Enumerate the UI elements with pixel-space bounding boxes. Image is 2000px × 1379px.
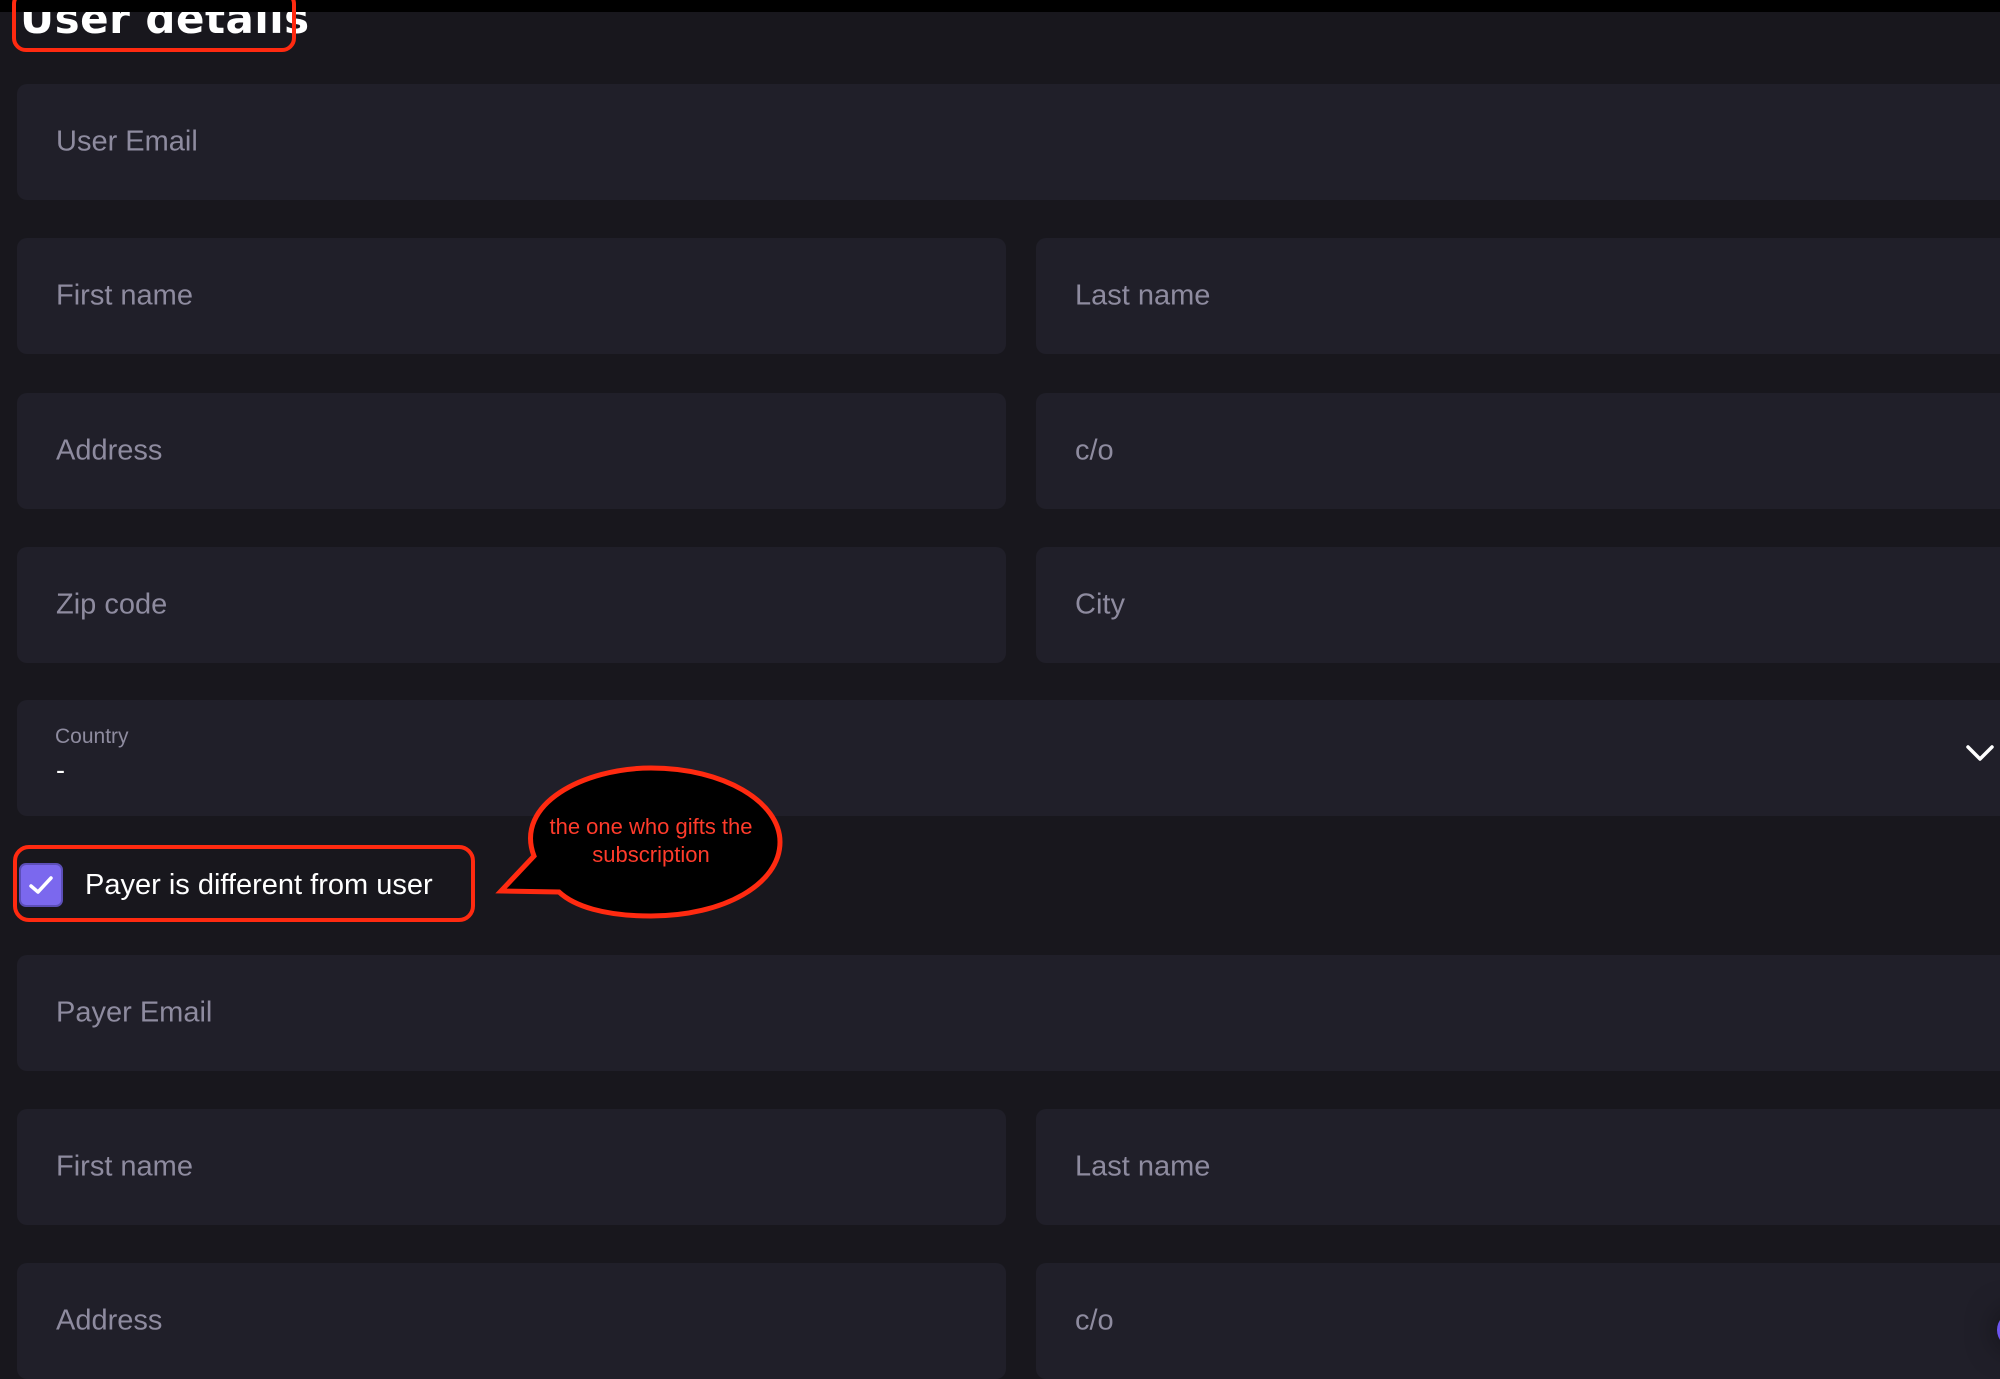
country-value: - [56, 755, 65, 785]
payer-different-checkbox-row[interactable]: Payer is different from user [19, 863, 433, 907]
country-select[interactable]: Country - [17, 700, 2000, 816]
payer-last-name-placeholder: Last name [1075, 1150, 1211, 1183]
payer-last-name-field[interactable]: Last name [1036, 1109, 2000, 1225]
payer-first-name-field[interactable]: First name [17, 1109, 1006, 1225]
user-first-name-field[interactable]: First name [17, 238, 1006, 354]
payer-email-placeholder: Payer Email [56, 996, 213, 1029]
user-last-name-field[interactable]: Last name [1036, 238, 2000, 354]
payer-first-name-placeholder: First name [56, 1150, 193, 1183]
user-city-field[interactable]: City [1036, 547, 2000, 663]
top-bar [0, 0, 2000, 12]
payer-care-of-field[interactable]: c/o [1036, 1263, 2000, 1379]
user-care-of-field[interactable]: c/o [1036, 393, 2000, 509]
payer-email-field[interactable]: Payer Email [17, 955, 2000, 1071]
payer-different-checkbox[interactable] [19, 863, 63, 907]
user-address-field[interactable]: Address [17, 393, 1006, 509]
user-city-placeholder: City [1075, 588, 1125, 621]
chevron-down-icon[interactable] [1965, 742, 1995, 764]
country-label: Country [55, 725, 129, 748]
payer-address-field[interactable]: Address [17, 1263, 1006, 1379]
user-zip-code-placeholder: Zip code [56, 588, 168, 621]
user-first-name-placeholder: First name [56, 279, 193, 312]
user-address-placeholder: Address [56, 434, 163, 467]
user-zip-code-field[interactable]: Zip code [17, 547, 1006, 663]
annotation-callout-text: the one who gifts the subscription [549, 814, 753, 867]
user-email-field[interactable]: User Email [17, 84, 2000, 200]
user-care-of-placeholder: c/o [1075, 434, 1114, 467]
payer-address-placeholder: Address [56, 1304, 163, 1337]
check-icon [29, 876, 53, 894]
user-email-placeholder: User Email [56, 125, 198, 158]
user-last-name-placeholder: Last name [1075, 279, 1211, 312]
payer-care-of-placeholder: c/o [1075, 1304, 1114, 1337]
payer-different-label: Payer is different from user [85, 868, 433, 901]
